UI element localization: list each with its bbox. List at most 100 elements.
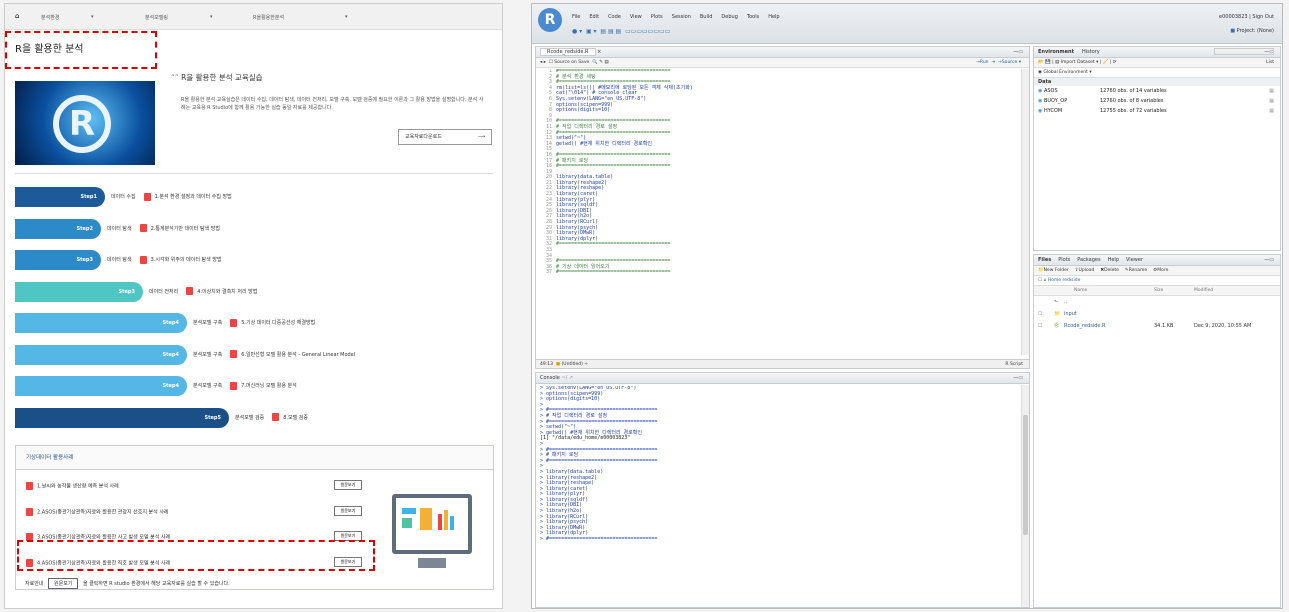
rstudio-window: R File Edit Code View Plots Session Build Debug… bbox=[531, 3, 1283, 609]
step-row[interactable]: 분석모델 구축 7.머신러닝 모델 활용 분석 bbox=[193, 376, 297, 396]
case-row: 1.날씨와 농작물 생산량 예측 분석 사례 bbox=[26, 482, 356, 490]
menu-view[interactable]: View bbox=[630, 14, 642, 20]
console-output[interactable]: > Sys.setenv(LANG="en_US.UTF-8") > option… bbox=[540, 386, 1020, 606]
step-badge: Step3 bbox=[15, 281, 143, 302]
step-name: 데이터 탐색 bbox=[107, 225, 132, 232]
code-editor[interactable]: 1 #===================================== 2… bbox=[536, 69, 1022, 355]
menu-build[interactable]: Build bbox=[700, 14, 713, 20]
step-badge: Step4 bbox=[15, 313, 187, 333]
checkbox[interactable]: ☐ bbox=[1038, 308, 1042, 320]
grid-view-icon[interactable]: ▦ bbox=[1269, 106, 1274, 116]
import-dataset-button[interactable]: ▤ Import Dataset ▾ bbox=[1055, 60, 1098, 65]
tab-packages[interactable]: Packages bbox=[1077, 257, 1100, 263]
menu-tools[interactable]: Tools bbox=[747, 14, 759, 20]
environment-scope[interactable]: ◉ Global Environment ▾ bbox=[1034, 48, 1280, 78]
files-toolbar-button[interactable]: New Folder bbox=[1044, 268, 1069, 273]
user-info[interactable]: e00003823 | Sign Out bbox=[1219, 14, 1274, 20]
file-row[interactable]: ⬑.. bbox=[1034, 296, 1280, 308]
step-desc[interactable]: 6.일반선형 모델 활용 분석 - General Linear Model bbox=[241, 352, 355, 358]
tab-environment[interactable]: Environment bbox=[1038, 49, 1074, 55]
pdf-icon[interactable] bbox=[143, 192, 151, 201]
download-guide-button[interactable]: 교육자료다운로드 ⟶ bbox=[398, 129, 492, 145]
footer-view-button[interactable]: 원문보기 bbox=[48, 578, 79, 589]
menu-code[interactable]: Code bbox=[608, 14, 621, 20]
pdf-icon[interactable] bbox=[186, 287, 194, 295]
tab-plots[interactable]: Plots bbox=[1058, 257, 1070, 263]
home-icon[interactable]: ⌂ bbox=[15, 12, 19, 20]
menu-plots[interactable]: Plots bbox=[651, 14, 663, 20]
step-row[interactable]: 데이터 탐색 3.시각화 위주의 데이터 탐색 방법 bbox=[107, 250, 222, 270]
step-badge: Step3 bbox=[15, 250, 101, 270]
environment-pane: Environment History —▭ 📂 💾 | ▤ Import Data… bbox=[1033, 46, 1281, 251]
editor-scrollbar[interactable] bbox=[1021, 69, 1029, 355]
step-row[interactable]: 데이터 수집 1.분석 환경 설정과 데이터 수집 방법 bbox=[111, 187, 232, 207]
env-row[interactable]: ◉ HYCOM 12755 obs. of 72 variables ▦ bbox=[1034, 106, 1280, 116]
env-row[interactable]: ◉ ASOS 12760 obs. of 14 variables ▦ bbox=[1034, 86, 1280, 96]
menu-session[interactable]: Session bbox=[672, 14, 691, 20]
pdf-icon[interactable] bbox=[26, 507, 33, 516]
step-desc[interactable]: 8.모델 검증 bbox=[283, 415, 308, 421]
editor-tab[interactable]: Rcode_redside.R × —▭ bbox=[536, 47, 1029, 58]
menu-help[interactable]: Help bbox=[768, 14, 779, 20]
step-desc[interactable]: 1.분석 환경 설정과 데이터 수집 방법 bbox=[155, 194, 232, 200]
tab-help[interactable]: Help bbox=[1108, 257, 1119, 263]
console-scrollbar[interactable] bbox=[1021, 385, 1029, 607]
case-view-button[interactable]: 원문보기 bbox=[334, 505, 362, 516]
breadcrumb-item-3[interactable]: R을활용한분석 bbox=[253, 14, 284, 21]
step-desc[interactable]: 5.기상 데이터 다중공선성 해결방법 bbox=[241, 320, 315, 326]
source-button[interactable]: →Source ▾ bbox=[998, 60, 1021, 65]
step-row[interactable]: 분석모델 구축 5.기상 데이터 다중공선성 해결방법 bbox=[193, 313, 315, 333]
step-row[interactable]: 분석모델 구축 6.일반선형 모델 활용 분석 - General Linear … bbox=[193, 345, 355, 365]
case-title[interactable]: 2.ASOS(종관기상관측)자료와 활용한 관광지 선호지 분석 사례 bbox=[37, 509, 169, 515]
pdf-icon[interactable] bbox=[139, 224, 147, 232]
menu-file[interactable]: File bbox=[572, 14, 580, 20]
grid-view-icon[interactable]: ▦ bbox=[1269, 86, 1274, 96]
breadcrumb: ⌂ 분석환경 ▾ 분석모델링 ▾ R을활용한분석 ▾ bbox=[5, 4, 502, 30]
files-toolbar-button[interactable]: Rename bbox=[1129, 268, 1147, 273]
pdf-icon[interactable] bbox=[272, 413, 280, 421]
pdf-icon[interactable] bbox=[230, 318, 238, 327]
arrow-right-icon: ⟶ bbox=[477, 134, 485, 140]
project-menu[interactable]: ■ Project: (None) bbox=[1230, 28, 1274, 34]
step-row[interactable]: 데이터 탐색 2.통계분석기반 데이터 탐색 방법 bbox=[107, 219, 220, 239]
code-line: 37 #===================================== bbox=[545, 269, 671, 276]
files-toolbar-button[interactable]: Delete bbox=[1104, 268, 1119, 273]
checkbox[interactable]: ☐ bbox=[1038, 320, 1042, 332]
case-view-button[interactable]: 원문보기 bbox=[334, 480, 362, 490]
pdf-icon[interactable] bbox=[230, 381, 238, 390]
step-name: 데이터 탐색 bbox=[107, 257, 132, 263]
step-desc[interactable]: 2.통계분석기반 데이터 탐색 방법 bbox=[151, 226, 220, 232]
step-row[interactable]: 분석모델 검증 8.모델 검증 bbox=[235, 408, 308, 428]
intro-text: R을 활용한 분석 교육실습은 데이터 수집, 데이터 탐색, 데이터 전처리,… bbox=[181, 97, 484, 111]
case-row: 2.ASOS(종관기상관측)자료와 활용한 관광지 선호지 분석 사례 bbox=[26, 507, 356, 516]
breadcrumb-item-2[interactable]: 분석모델링 bbox=[145, 14, 168, 21]
menu-debug[interactable]: Debug bbox=[721, 14, 737, 20]
step-desc[interactable]: 3.시각화 위주의 데이터 탐색 방법 bbox=[151, 257, 222, 263]
step-desc[interactable]: 7.머신러닝 모델 활용 분석 bbox=[241, 383, 297, 389]
pdf-icon[interactable] bbox=[230, 350, 238, 358]
editor-pane: Rcode_redside.R × —▭ ◂ ▸ ☐ Source on Save… bbox=[535, 46, 1030, 369]
tab-viewer[interactable]: Viewer bbox=[1126, 257, 1143, 263]
step-name: 분석모델 검증 bbox=[235, 414, 265, 421]
env-row[interactable]: ◉ BUOY_OP 12760 obs. of 8 variables ▦ bbox=[1034, 96, 1280, 106]
tab-history[interactable]: History bbox=[1082, 49, 1100, 55]
file-row[interactable]: ☐ Ⓡ Rcode_redside.R 34.1 KB Dec 9, 2020, 10:… bbox=[1034, 320, 1280, 332]
run-button[interactable]: →Run bbox=[976, 60, 988, 65]
pane-controls-icon[interactable]: —▭ bbox=[1264, 255, 1274, 265]
menu-edit[interactable]: Edit bbox=[589, 14, 599, 20]
files-toolbar-button[interactable]: More bbox=[1157, 268, 1168, 273]
footer-note: 자료안내 원문보기 을 클릭하면 R studio 환경에서 해당 교육자료를 … bbox=[25, 578, 230, 589]
breadcrumb-item-1[interactable]: 분석환경 bbox=[41, 14, 59, 21]
tab-files[interactable]: Files bbox=[1038, 257, 1051, 263]
step-row[interactable]: 데이터 전처리 4.이상치와 결측치 처리 방법 bbox=[149, 282, 257, 302]
grid-view-icon[interactable]: ▦ bbox=[1269, 96, 1274, 106]
file-row[interactable]: ☐ 📁 input bbox=[1034, 308, 1280, 320]
pdf-icon[interactable] bbox=[26, 482, 33, 490]
case-title[interactable]: 1.날씨와 농작물 생산량 예측 분석 사례 bbox=[37, 484, 119, 490]
step-name: 분석모델 구축 bbox=[193, 320, 223, 326]
step-name: 데이터 수집 bbox=[111, 194, 136, 200]
files-toolbar-button[interactable]: Upload bbox=[1079, 268, 1095, 273]
files-path[interactable]: ☐ ⌂ Home rediside bbox=[1034, 276, 1280, 286]
step-desc[interactable]: 4.이상치와 결측치 처리 방법 bbox=[197, 289, 257, 295]
pdf-icon[interactable] bbox=[139, 255, 147, 264]
